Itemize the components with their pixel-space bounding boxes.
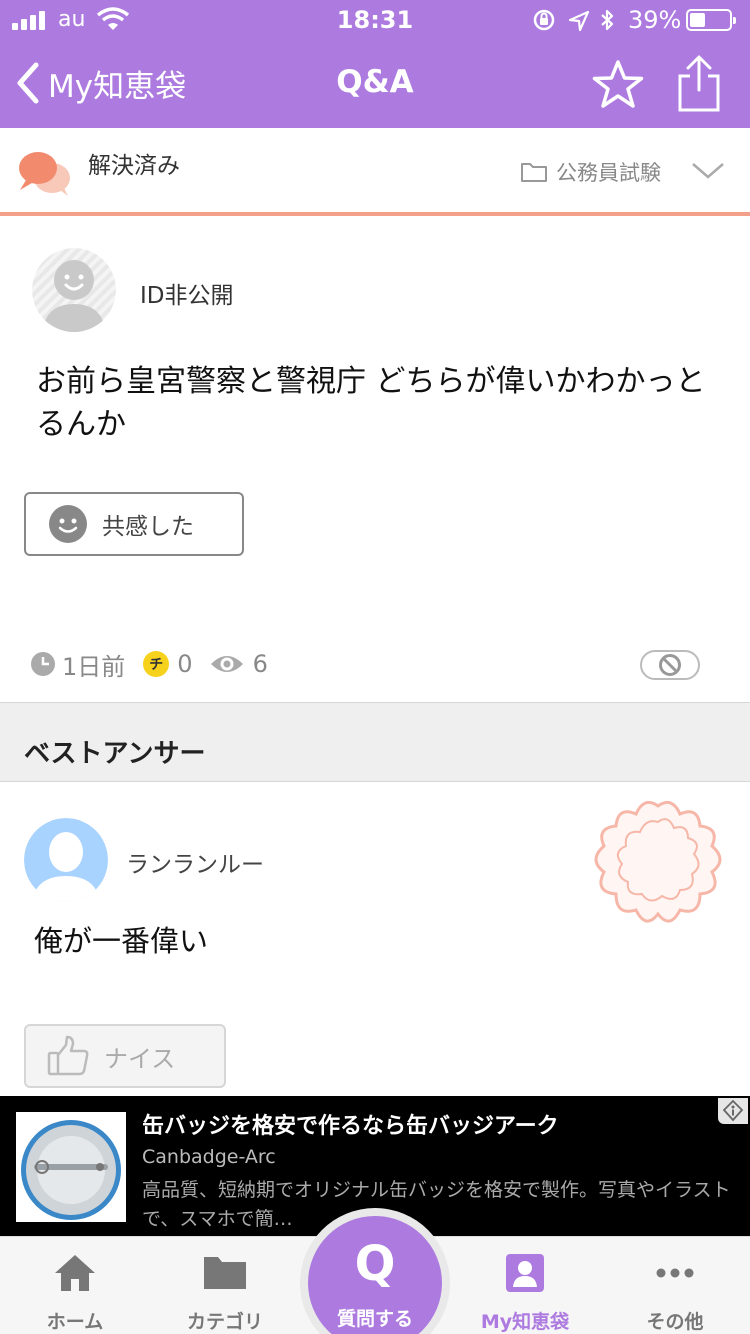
tab-label: ホーム	[46, 1311, 104, 1333]
thumbs-up-icon	[47, 1035, 89, 1076]
answer-text: 俺が一番偉い	[34, 924, 209, 958]
back-label: My知恵袋	[48, 68, 187, 105]
more-icon	[656, 1268, 694, 1278]
empathy-label: 共感した	[102, 514, 194, 540]
speech-bubbles-icon	[19, 152, 70, 196]
time-ago: 1日前	[62, 652, 126, 681]
status-icons	[533, 9, 614, 32]
tab-label: My知恵袋	[480, 1311, 570, 1333]
tab-category[interactable]: カテゴリ	[150, 1237, 300, 1334]
nice-label: ナイス	[104, 1044, 176, 1073]
category-link[interactable]: 公務員試験	[520, 158, 661, 186]
profile-icon	[506, 1254, 544, 1292]
prohibited-icon	[659, 654, 681, 676]
coin-icon: チ	[143, 651, 170, 677]
tab-label: その他	[646, 1311, 704, 1333]
ad-title: 缶バッジを格安で作るなら缶バッジアーク	[142, 1114, 559, 1139]
best-answer-title: ベストアンサー	[24, 739, 206, 769]
back-button[interactable]: My知恵袋	[14, 58, 186, 108]
nav-bar: My知恵袋 Q&A	[0, 40, 750, 128]
badge-image	[16, 1112, 126, 1222]
tab-more[interactable]: その他	[600, 1237, 750, 1334]
battery-icon	[686, 9, 736, 31]
best-answer-stamp-icon	[594, 800, 722, 923]
ad-description: 高品質、短納期でオリジナル缶バッジを格安で製作。写真やイラストで、スマホで簡…	[142, 1179, 731, 1230]
tab-my-chiebukuro[interactable]: My知恵袋	[450, 1237, 600, 1334]
tab-home[interactable]: ホーム	[0, 1237, 150, 1334]
folder-icon	[204, 1257, 246, 1289]
question-text: お前ら皇宮警察と警視庁 どちらが偉いかわかっとるんか	[36, 364, 706, 442]
answer-user-name[interactable]: ランランルー	[126, 845, 264, 879]
status-bar: au 18:31 39%	[0, 0, 750, 40]
view-count: 6	[252, 650, 268, 678]
ask-question-circle: Q 質問する	[308, 1216, 442, 1334]
top-bar: au 18:31 39% My知恵袋 Q&A	[0, 0, 750, 128]
best-answer-header: ベストアンサー	[0, 702, 750, 782]
q-icon: Q	[354, 1236, 396, 1292]
ask-label: 質問する	[336, 1308, 413, 1330]
ad-source: Canbadge-Arc	[142, 1146, 276, 1168]
solved-bar: 解決済み 公務員試験	[0, 128, 750, 216]
bluetooth-icon	[601, 9, 614, 31]
coin-count: 0	[177, 650, 193, 678]
info-icon	[722, 1099, 744, 1122]
avatar	[24, 818, 108, 902]
empathy-button[interactable]: 共感した	[24, 492, 244, 556]
share-icon[interactable]	[674, 54, 724, 114]
avatar	[32, 248, 116, 332]
battery-level	[690, 13, 705, 27]
chevron-down-icon[interactable]	[690, 160, 726, 182]
location-icon	[568, 10, 590, 32]
question-meta: 1日前 チ 0 6	[30, 646, 268, 682]
category-label: 公務員試験	[556, 161, 661, 185]
clock-icon	[31, 652, 55, 676]
folder-icon	[521, 163, 547, 182]
qa-page: au 18:31 39% My知恵袋 Q&A 解決済み 公務員試験 ID非公開 …	[0, 0, 750, 1334]
nice-button[interactable]: ナイス	[24, 1024, 226, 1088]
ad-info-icon[interactable]	[718, 1098, 748, 1124]
question-user-name[interactable]: ID非公開	[140, 276, 234, 310]
home-icon	[55, 1255, 95, 1291]
orientation-lock-icon	[533, 9, 555, 31]
star-icon[interactable]	[590, 58, 646, 112]
solved-status: 解決済み	[88, 153, 180, 179]
smiley-icon	[49, 505, 87, 543]
eye-icon	[210, 656, 243, 672]
tab-label: カテゴリ	[186, 1311, 263, 1333]
battery-percent: 39%	[628, 6, 682, 34]
report-button[interactable]	[640, 650, 700, 680]
chevron-left-icon	[17, 62, 39, 104]
